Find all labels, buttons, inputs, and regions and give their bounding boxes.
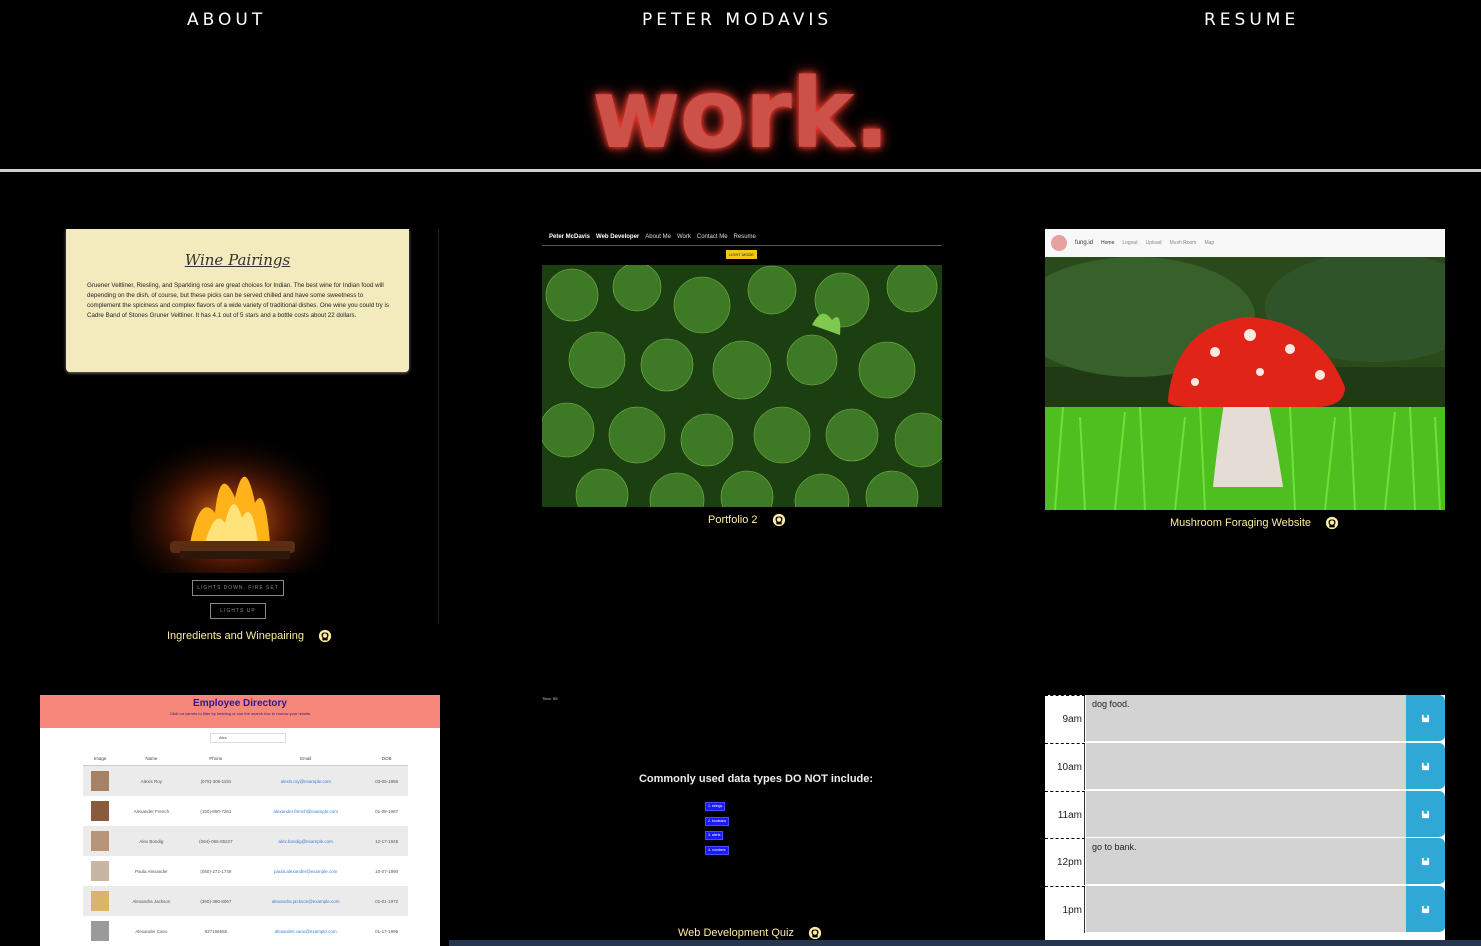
wine-project-link[interactable]: Ingredients and Winepairing [167,630,304,642]
table-row: Alexis Roy (078)-305-1191 alexis.roy@examp… [83,765,408,796]
save-icon [1421,810,1430,818]
github-icon[interactable] [772,513,786,527]
nav-resume-link[interactable]: RESUME [1204,10,1299,30]
wine-project-thumbnail[interactable]: Wine Pairings Gruener Veltliner, Rieslin… [40,229,440,623]
schedule-hour: 10am [1045,743,1085,790]
schedule-hour: 11am [1045,791,1085,838]
mushroom-project-caption: Mushroom Foraging Website [1170,516,1339,530]
mushroom-mini-nav: fung.id Home Logout Upload Mush Room Map [1045,229,1445,257]
quiz-option-button[interactable]: 4. numbers [705,846,729,855]
save-icon [1421,905,1430,913]
quiz-option-button[interactable]: 1. strings [705,802,726,811]
mushroom-project-link[interactable]: Mushroom Foraging Website [1170,517,1311,529]
employee-title: Employee Directory [193,698,287,709]
quiz-option-button[interactable]: 2. booleans [705,817,730,826]
employee-header: Employee Directory Click on carrots to f… [40,695,440,728]
schedule-row: 10am [1045,743,1445,790]
save-icon [1421,714,1430,722]
portfolio-project-link[interactable]: Portfolio 2 [708,514,758,526]
save-button[interactable] [1406,695,1445,742]
page-title: work. [591,58,890,170]
quiz-project-link[interactable]: Web Development Quiz [678,927,794,939]
schedule-row: 1pm [1045,886,1445,933]
quiz-question: Commonly used data types DO NOT include: [638,773,874,785]
save-button[interactable] [1406,743,1445,790]
nav-about-link[interactable]: ABOUT [187,10,266,30]
save-button[interactable] [1406,886,1445,933]
next-thumbnail-edge [449,940,1481,946]
quiz-option-button[interactable]: 3. alerts [705,831,724,840]
table-row: Alexandra Jackson (360)-380-8067 alexandra… [83,886,408,916]
github-icon[interactable] [808,926,822,940]
table-row: Paula Alexander (050)-272-1749 paula.alexa… [83,856,408,886]
table-row: Alexander French (150)-890-7261 alexander.… [83,796,408,826]
employee-table: Image Name Phone Email DOB Alexis Roy (07… [83,751,408,946]
quiz-project-caption: Web Development Quiz [678,926,822,940]
wine-card-body: Gruener Veltliner, Riesling, and Sparkli… [87,282,389,319]
schedule-hour: 9am [1045,695,1085,742]
portfolio-mini-nav: Peter McDavis Web Developer About Me Wor… [549,234,756,240]
avatar [91,890,110,911]
wine-pairing-card: Wine Pairings Gruener Veltliner, Rieslin… [66,229,409,372]
schedule-textarea[interactable]: dog food. [1086,695,1406,742]
table-row: Alexander Cano 927166556 alexander.cano@ex… [83,916,408,946]
schedule-row: 12pm go to bank. [1045,838,1445,885]
employee-search-input[interactable]: Alex [210,733,286,743]
wine-project-caption: Ingredients and Winepairing [167,629,332,643]
succulent-plants-image [542,265,942,507]
header-divider [0,169,1481,172]
lights-up-button[interactable]: LIGHTS UP [210,603,266,619]
table-row: Alex Bondig (064)-066-85227 alex.bondig@ex… [83,826,408,856]
avatar [91,770,110,791]
avatar [91,860,110,881]
github-icon[interactable] [1325,516,1339,530]
avatar [91,830,110,851]
schedule-textarea[interactable] [1086,791,1406,838]
save-button[interactable] [1406,791,1445,838]
portfolio-project-caption: Portfolio 2 [708,513,786,527]
light-mode-button[interactable]: LIGHT MODE [726,250,757,259]
schedule-row: 11am [1045,791,1445,838]
save-icon [1421,857,1430,865]
portfolio-project-thumbnail[interactable]: Peter McDavis Web Developer About Me Wor… [542,229,942,507]
mushroom-image [1045,257,1445,510]
schedule-textarea[interactable] [1086,743,1406,790]
avatar [91,920,110,941]
schedule-textarea[interactable] [1086,886,1406,933]
schedule-row: 9am dog food. [1045,695,1445,742]
schedule-hour: 12pm [1045,838,1085,885]
schedule-textarea[interactable]: go to bank. [1086,838,1406,885]
save-icon [1421,762,1430,770]
nav-home-name-link[interactable]: PETER MODAVIS [642,10,832,30]
wine-card-title: Wine Pairings [184,251,291,269]
avatar [91,800,110,821]
lights-down-button[interactable]: LIGHTS DOWN, FIRE SET [192,580,284,596]
schedule-hour: 1pm [1045,886,1085,933]
mushroom-project-thumbnail[interactable]: fung.id Home Logout Upload Mush Room Map [1045,229,1445,510]
fireplace-image [130,423,330,573]
save-button[interactable] [1406,838,1445,885]
github-icon[interactable] [318,629,332,643]
employee-subtitle: Click on carrots to filter by heading or… [169,711,311,716]
mushroom-logo-icon [1051,235,1067,251]
employee-directory-thumbnail[interactable]: Employee Directory Click on carrots to f… [40,695,440,946]
scheduler-project-thumbnail[interactable]: 9am dog food. 10am 11am 12pm go to bank.… [1045,695,1445,946]
quiz-timer: Time: 55 [542,696,558,701]
quiz-project-thumbnail[interactable]: Time: 55 Commonly used data types DO NOT… [542,695,942,925]
